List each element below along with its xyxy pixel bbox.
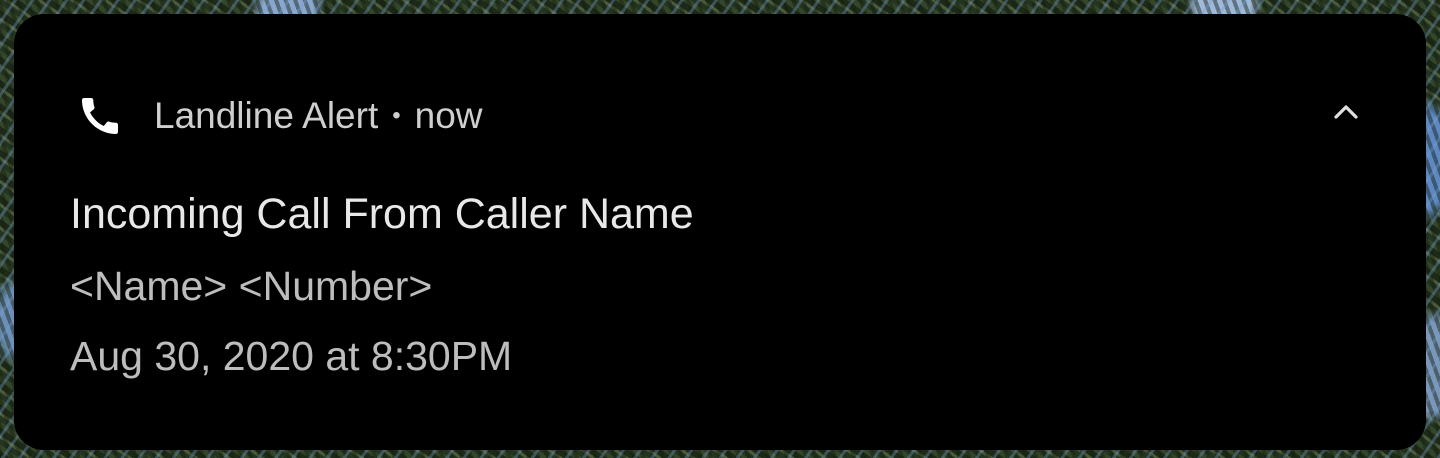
header-separator: • xyxy=(392,102,401,129)
notification-card[interactable]: Landline Alert • now Incoming Call From … xyxy=(14,14,1426,450)
notification-header: Landline Alert • now xyxy=(76,88,483,144)
phone-icon xyxy=(76,92,124,140)
notification-timestamp: now xyxy=(414,95,483,136)
chevron-up-icon xyxy=(1331,97,1361,127)
collapse-button[interactable] xyxy=(1318,84,1374,140)
call-datetime: Aug 30, 2020 at 8:30PM xyxy=(70,333,513,379)
app-name: Landline Alert xyxy=(154,95,379,136)
notification-title: Incoming Call From Caller Name xyxy=(70,190,694,238)
caller-info: <Name> <Number> xyxy=(70,263,433,309)
